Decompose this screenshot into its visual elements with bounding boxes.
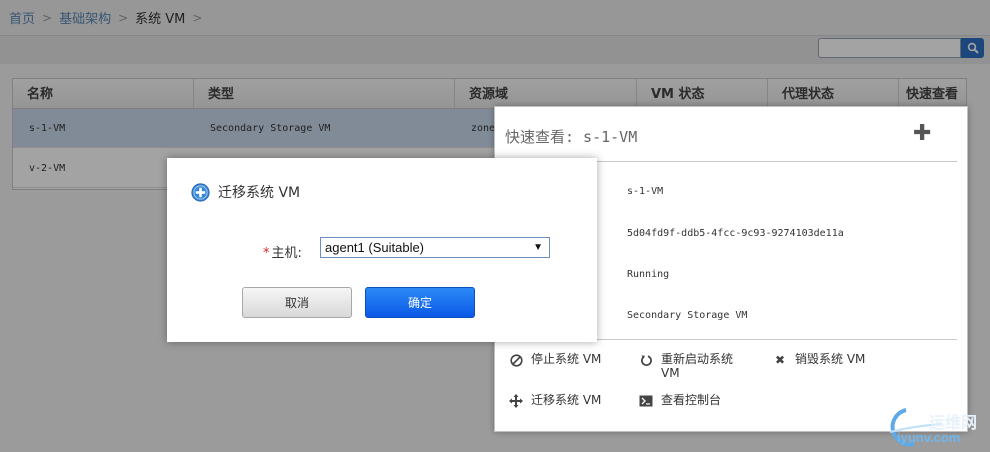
plus-circle-icon (191, 182, 210, 202)
reboot-vm-action[interactable]: 重新启动系统 VM (639, 352, 733, 380)
quickview-title: 快速查看: s-1-VM (505, 128, 638, 146)
host-select[interactable]: agent1 (Suitable) ▼ (320, 237, 550, 258)
move-icon (509, 394, 523, 408)
quickview-state-value: Running (627, 269, 670, 280)
quickview-id-value: 5d04fd9f-ddb5-4fcc-9c93-9274103de11a (627, 228, 844, 239)
ok-button[interactable]: 确定 (365, 287, 475, 318)
dropdown-arrow-icon: ▼ (533, 242, 543, 253)
required-mark: * (263, 246, 270, 261)
migrate-vm-dialog: 迁移系统 VM * 主机: agent1 (Suitable) ▼ 取消 确定 (167, 158, 597, 342)
stop-icon (509, 353, 523, 367)
reboot-icon (639, 353, 653, 367)
host-label: * 主机: (263, 246, 302, 261)
console-icon (639, 394, 653, 408)
quickview-type-value: Secondary Storage VM (627, 310, 748, 321)
view-console-action[interactable]: 查看控制台 (639, 393, 721, 408)
cancel-button[interactable]: 取消 (242, 287, 352, 318)
site-watermark-logo: 运维网 iyunv.com (884, 404, 988, 450)
stop-vm-action[interactable]: 停止系统 VM (509, 352, 601, 367)
plus-icon[interactable]: ✚ (913, 121, 931, 146)
destroy-vm-action[interactable]: ✖ 销毁系统 VM (773, 352, 865, 367)
close-icon: ✖ (774, 353, 786, 367)
migrate-vm-action[interactable]: 迁移系统 VM (509, 393, 601, 408)
quickview-name-value: s-1-VM (627, 186, 664, 197)
dialog-title: 迁移系统 VM (191, 182, 300, 202)
